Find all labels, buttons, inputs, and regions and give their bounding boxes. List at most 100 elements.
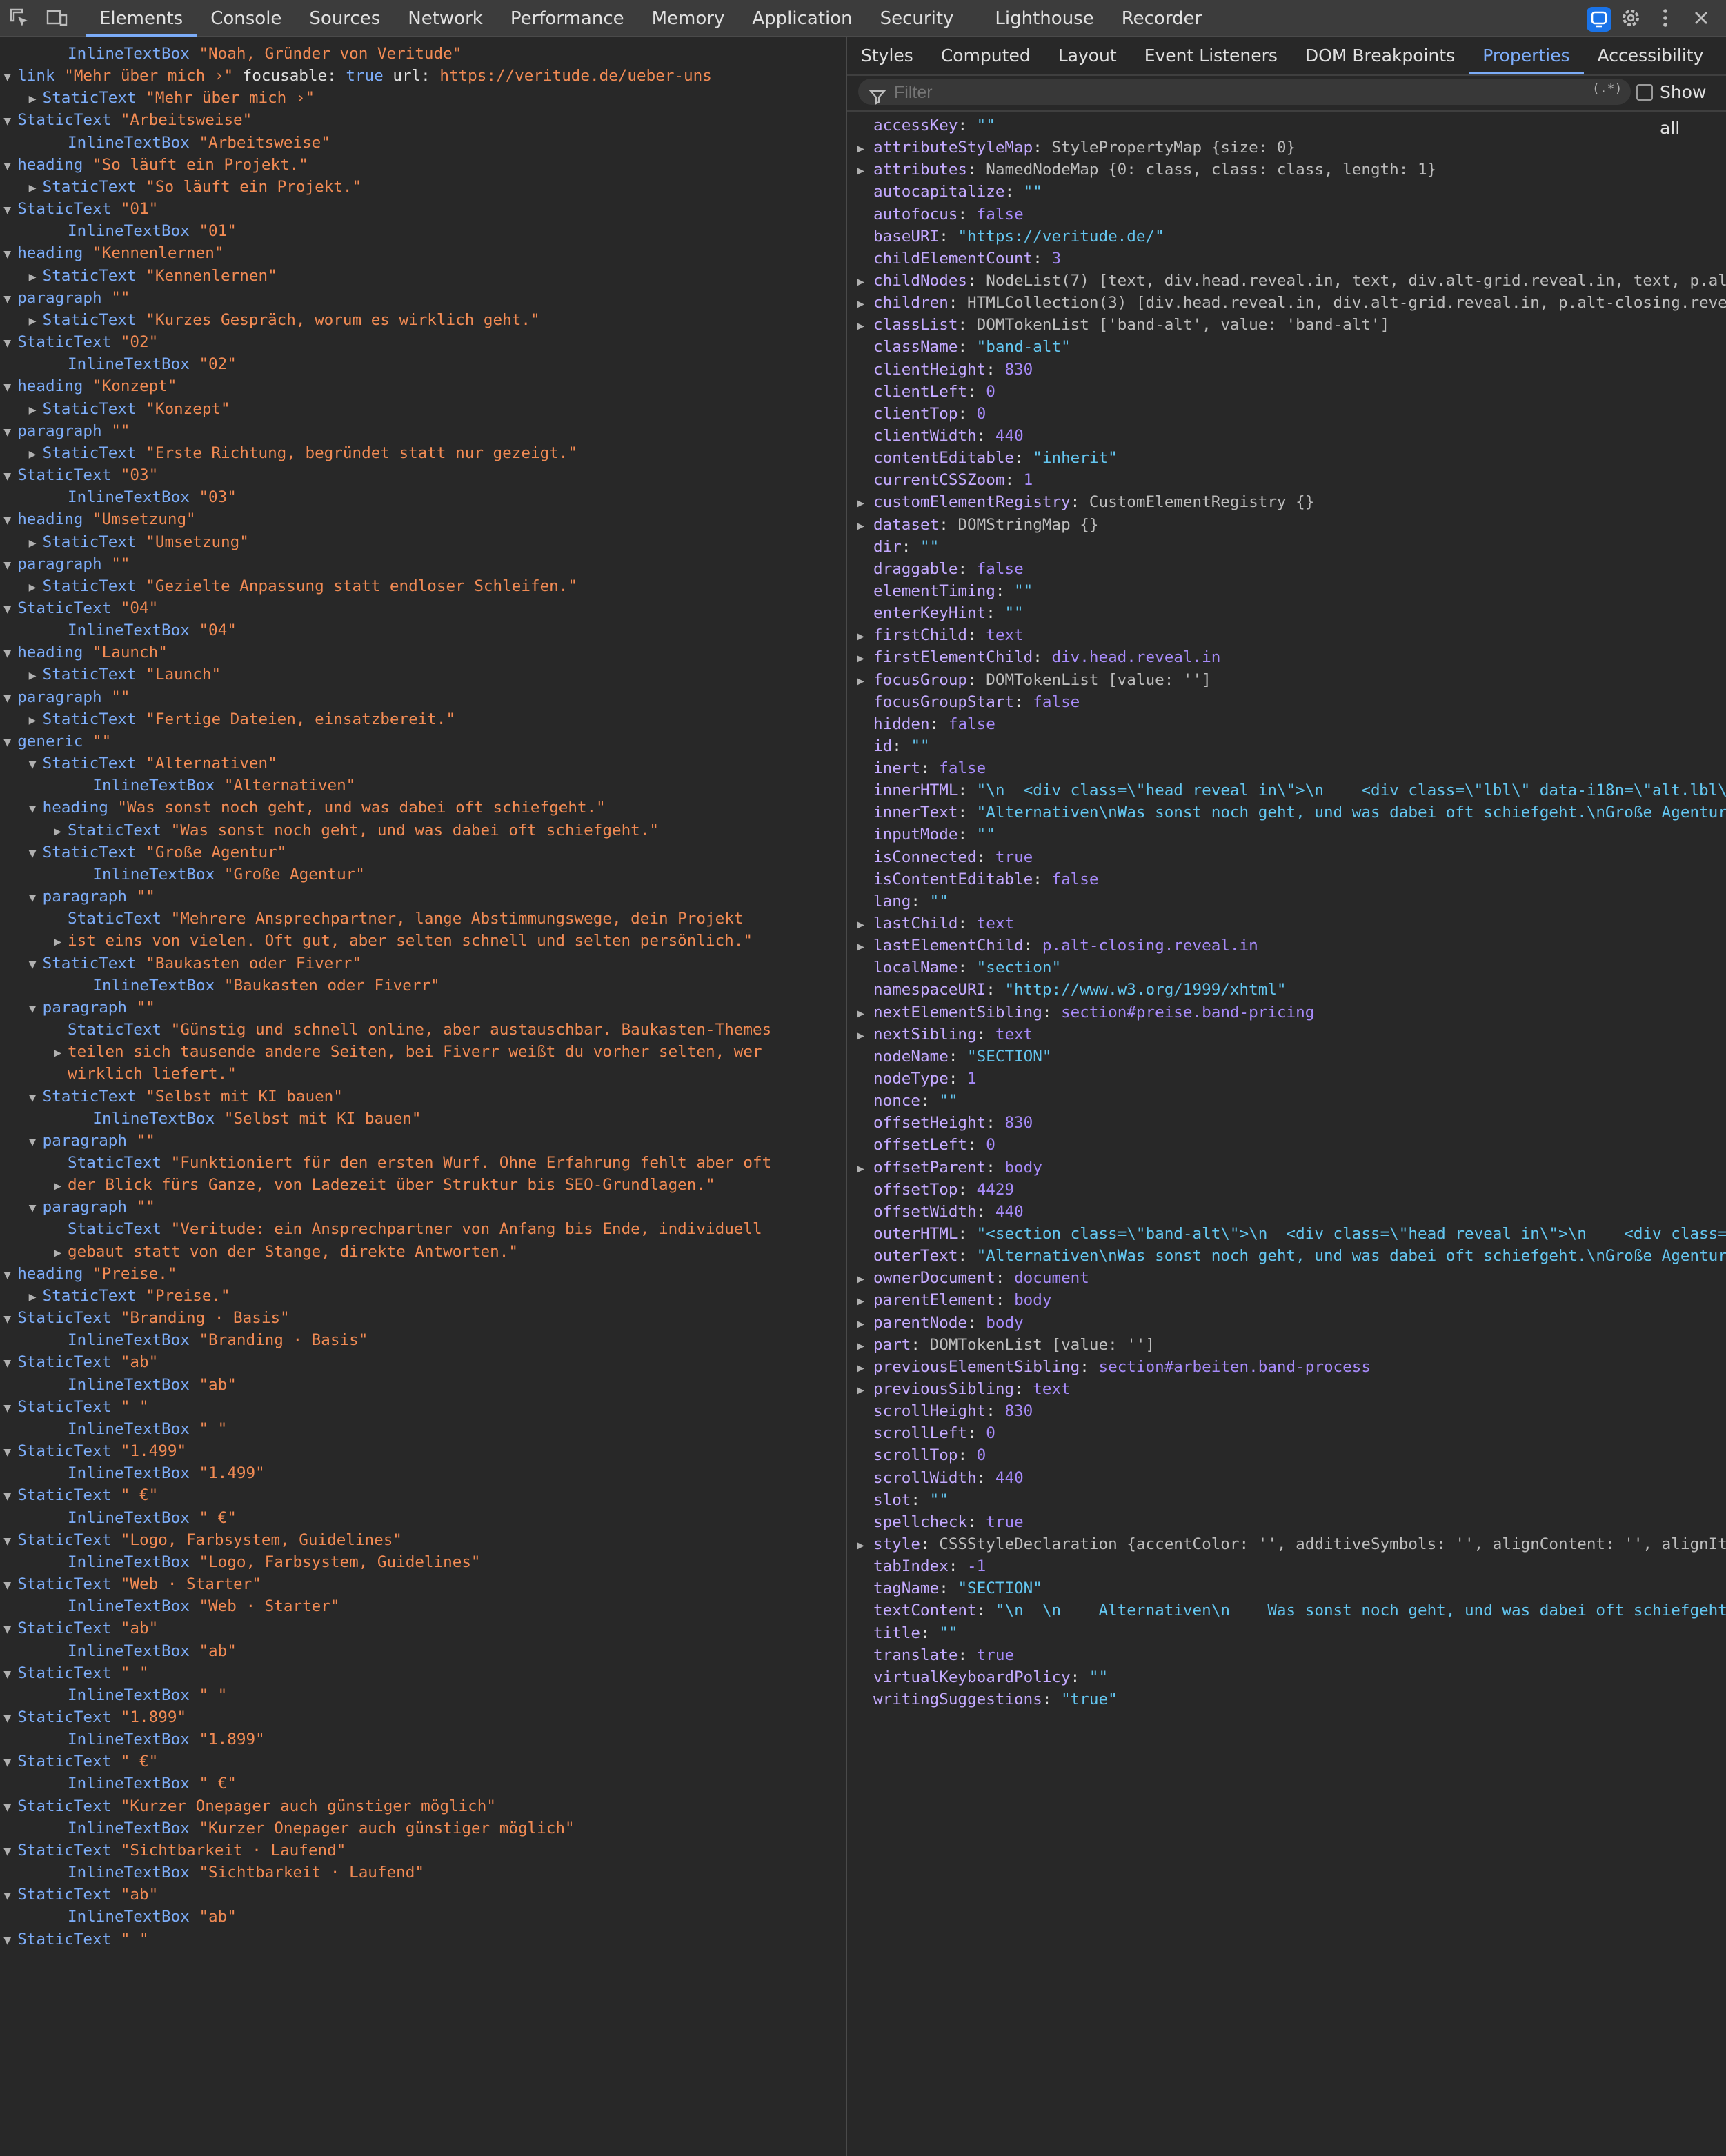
property-row[interactable]: outerText: "Alternativen\nWas sonst noch… bbox=[857, 1245, 1726, 1267]
collapsed-triangle-icon[interactable]: ▶ bbox=[857, 626, 873, 648]
ax-tree-node[interactable]: ▼ StaticText "Selbst mit KI bauen" bbox=[29, 1086, 343, 1108]
ax-tree-node[interactable]: ▶ StaticText "Launch" bbox=[29, 663, 221, 686]
collapsed-triangle-icon[interactable]: ▶ bbox=[29, 399, 43, 421]
ax-tree-node[interactable]: InlineTextBox "Noah, Gründer von Veritud… bbox=[54, 43, 462, 65]
tab-recorder[interactable]: Recorder bbox=[1108, 0, 1216, 37]
expanded-triangle-icon[interactable]: ▼ bbox=[3, 1308, 17, 1330]
expanded-triangle-icon[interactable]: ▼ bbox=[3, 1930, 17, 1952]
property-row[interactable]: ▶ dataset: DOMStringMap {} bbox=[857, 514, 1098, 536]
property-row[interactable]: draggable: false bbox=[857, 558, 1024, 580]
collapsed-triangle-icon[interactable]: ▶ bbox=[29, 532, 43, 555]
property-row[interactable]: ▶ lastChild: text bbox=[857, 912, 1014, 935]
ax-tree-node[interactable]: ▼ paragraph "" bbox=[29, 1196, 155, 1218]
ax-tree-node[interactable]: ▶ StaticText "Umsetzung" bbox=[29, 531, 249, 553]
ax-tree-node[interactable]: ▶ ist eins von vielen. Oft gut, aber selt… bbox=[54, 930, 753, 952]
ax-tree-node[interactable]: InlineTextBox "1.899" bbox=[54, 1728, 265, 1750]
property-row[interactable]: spellcheck: true bbox=[857, 1511, 1024, 1533]
expanded-triangle-icon[interactable]: ▼ bbox=[3, 1530, 17, 1553]
expanded-triangle-icon[interactable]: ▼ bbox=[29, 1131, 43, 1153]
filter-input[interactable] bbox=[894, 80, 1446, 105]
sidebar-tab-layout[interactable]: Layout bbox=[1044, 37, 1131, 74]
collapsed-triangle-icon[interactable]: ▶ bbox=[29, 665, 43, 687]
ax-tree-node[interactable]: ▶ StaticText "Was sonst noch geht, und wa… bbox=[54, 819, 659, 841]
collapsed-triangle-icon[interactable]: ▶ bbox=[857, 1268, 873, 1290]
property-row[interactable]: offsetLeft: 0 bbox=[857, 1134, 995, 1156]
ax-tree-node[interactable]: InlineTextBox " €" bbox=[54, 1507, 237, 1529]
close-icon[interactable] bbox=[1690, 7, 1712, 29]
ax-tree-node[interactable]: InlineTextBox " €" bbox=[54, 1773, 237, 1795]
tab-memory[interactable]: Memory bbox=[638, 0, 739, 37]
collapsed-triangle-icon[interactable]: ▶ bbox=[857, 315, 873, 337]
expanded-triangle-icon[interactable]: ▼ bbox=[3, 1797, 17, 1819]
property-row[interactable]: ▶ previousSibling: text bbox=[857, 1378, 1071, 1400]
ax-tree-node[interactable]: InlineTextBox " " bbox=[54, 1418, 227, 1440]
ax-tree-node[interactable]: ▶ StaticText "Preise." bbox=[29, 1285, 230, 1307]
property-row[interactable]: ▶ customElementRegistry: CustomElementReg… bbox=[857, 491, 1314, 513]
collapsed-triangle-icon[interactable]: ▶ bbox=[857, 648, 873, 670]
property-row[interactable]: ▶ ownerDocument: document bbox=[857, 1267, 1089, 1289]
ax-tree-node[interactable]: ▼ StaticText " €" bbox=[3, 1750, 158, 1773]
expanded-triangle-icon[interactable]: ▼ bbox=[3, 1441, 17, 1464]
ax-tree-node[interactable]: ▶ StaticText "Kennenlernen" bbox=[29, 265, 277, 287]
property-row[interactable]: ▶ previousElementSibling: section#arbeite… bbox=[857, 1356, 1371, 1378]
ax-tree-node[interactable]: ▼ StaticText "Alternativen" bbox=[29, 752, 277, 775]
ax-tree-node[interactable]: InlineTextBox "02" bbox=[54, 353, 237, 375]
property-row[interactable]: lang: "" bbox=[857, 890, 949, 912]
ax-tree-node[interactable]: ▼ StaticText "ab" bbox=[3, 1617, 158, 1639]
expanded-triangle-icon[interactable]: ▼ bbox=[3, 555, 17, 577]
tab-security[interactable]: Security bbox=[866, 0, 968, 37]
ax-tree-node[interactable]: InlineTextBox " " bbox=[54, 1684, 227, 1706]
ax-tree-node[interactable]: InlineTextBox "Kurzer Onepager auch güns… bbox=[54, 1817, 575, 1839]
ax-tree-node[interactable]: InlineTextBox "ab" bbox=[54, 1906, 237, 1928]
ax-tree-node[interactable]: InlineTextBox "Sichtbarkeit · Laufend" bbox=[54, 1861, 424, 1884]
ax-tree-node[interactable]: ▶ StaticText "Mehr über mich ›" bbox=[29, 87, 315, 109]
ax-tree-node[interactable]: ▼ StaticText " " bbox=[3, 1662, 148, 1684]
ax-tree-node[interactable]: InlineTextBox "Große Agentur" bbox=[79, 864, 365, 886]
property-row[interactable]: writingSuggestions: "true" bbox=[857, 1688, 1118, 1710]
property-row[interactable]: namespaceURI: "http://www.w3.org/1999/xh… bbox=[857, 979, 1287, 1001]
expanded-triangle-icon[interactable]: ▼ bbox=[3, 1708, 17, 1730]
expanded-triangle-icon[interactable]: ▼ bbox=[29, 887, 43, 909]
ax-tree-node[interactable]: InlineTextBox "Alternativen" bbox=[79, 775, 355, 797]
show-all-checkbox[interactable] bbox=[1636, 84, 1653, 101]
ax-tree-node[interactable]: ▼ link "Mehr über mich ›" focusable: true… bbox=[3, 65, 712, 87]
property-row[interactable]: ▶ firstChild: text bbox=[857, 624, 1024, 646]
collapsed-triangle-icon[interactable]: ▶ bbox=[54, 821, 68, 843]
settings-gear-icon[interactable] bbox=[1620, 7, 1642, 29]
ax-tree-node[interactable]: StaticText "Veritude: ein Ansprechpartne… bbox=[54, 1218, 762, 1240]
ax-tree-node[interactable]: ▼ heading "Kennenlernen" bbox=[3, 242, 224, 264]
property-row[interactable]: clientLeft: 0 bbox=[857, 381, 995, 403]
property-row[interactable]: inert: false bbox=[857, 757, 986, 779]
tab-performance[interactable]: Performance bbox=[497, 0, 638, 37]
collapsed-triangle-icon[interactable]: ▶ bbox=[857, 914, 873, 936]
tab-application[interactable]: Application bbox=[738, 0, 866, 37]
tab-network[interactable]: Network bbox=[394, 0, 497, 37]
collapsed-triangle-icon[interactable]: ▶ bbox=[29, 266, 43, 288]
ax-tree-node[interactable]: InlineTextBox "Selbst mit KI bauen" bbox=[79, 1108, 421, 1130]
ax-tree-node[interactable]: ▼ StaticText "Baukasten oder Fiverr" bbox=[29, 952, 362, 975]
sidebar-tab-properties[interactable]: Properties bbox=[1469, 37, 1584, 74]
expanded-triangle-icon[interactable]: ▼ bbox=[29, 998, 43, 1020]
property-row[interactable]: isConnected: true bbox=[857, 846, 1033, 868]
property-row[interactable]: scrollWidth: 440 bbox=[857, 1467, 1024, 1489]
ax-tree-node[interactable]: ▼ paragraph "" bbox=[3, 553, 130, 575]
property-row[interactable]: innerText: "Alternativen\nWas sonst noch… bbox=[857, 801, 1726, 824]
property-row[interactable]: contentEditable: "inherit" bbox=[857, 447, 1118, 469]
property-row[interactable]: currentCSSZoom: 1 bbox=[857, 469, 1033, 491]
ax-tree-node[interactable]: InlineTextBox "03" bbox=[54, 486, 237, 508]
ax-tree-node[interactable]: ▼ heading "Preise." bbox=[3, 1263, 177, 1285]
collapsed-triangle-icon[interactable]: ▶ bbox=[857, 1003, 873, 1025]
ax-tree-node[interactable]: InlineTextBox "1.499" bbox=[54, 1462, 265, 1484]
property-row[interactable]: offsetHeight: 830 bbox=[857, 1112, 1033, 1134]
collapsed-triangle-icon[interactable]: ▶ bbox=[29, 177, 43, 199]
ax-tree-node[interactable]: ▼ StaticText "03" bbox=[3, 464, 158, 486]
ax-tree-node[interactable]: ▼ StaticText "Logo, Farbsystem, Guideline… bbox=[3, 1529, 402, 1551]
regex-toggle[interactable]: (.*) bbox=[1592, 81, 1622, 96]
ax-tree-node[interactable]: ▼ StaticText "04" bbox=[3, 597, 158, 619]
sidebar-tab-accessibility[interactable]: Accessibility bbox=[1584, 37, 1718, 74]
collapsed-triangle-icon[interactable]: ▶ bbox=[857, 271, 873, 293]
collapsed-triangle-icon[interactable]: ▶ bbox=[857, 1357, 873, 1379]
expanded-triangle-icon[interactable]: ▼ bbox=[3, 1752, 17, 1774]
property-row[interactable]: isContentEditable: false bbox=[857, 868, 1098, 890]
property-row[interactable]: autocapitalize: "" bbox=[857, 181, 1042, 203]
